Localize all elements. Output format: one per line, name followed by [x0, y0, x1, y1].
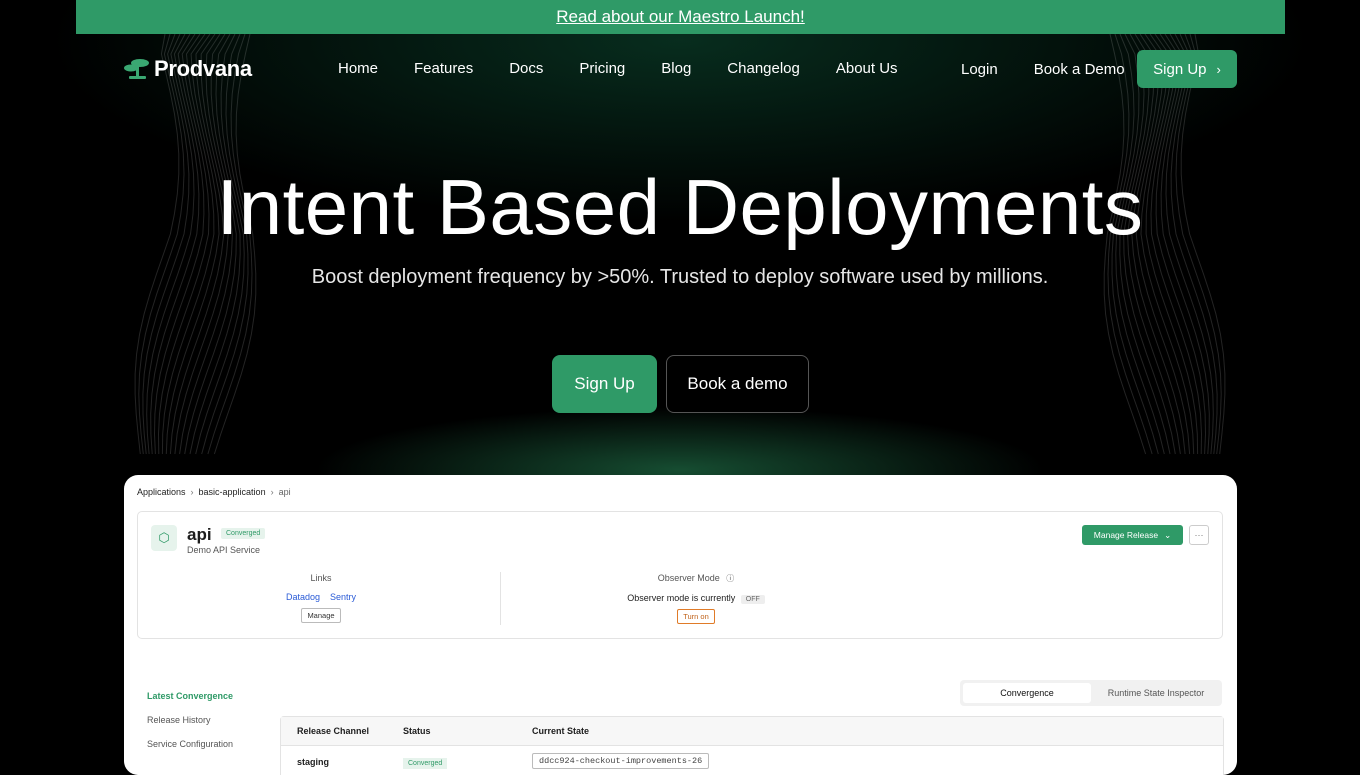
manage-release-label: Manage Release [1093, 530, 1159, 540]
nav-link-docs[interactable]: Docs [509, 60, 543, 77]
service-card: ⬡ api Converged Demo API Service Manage … [137, 511, 1223, 639]
service-gear-icon: ⬡ [151, 525, 177, 551]
brand-name: Prodvana [154, 56, 252, 81]
side-nav-service-configuration[interactable]: Service Configuration [147, 739, 233, 763]
view-tabs: Convergence Runtime State Inspector [960, 680, 1222, 706]
observer-text: Observer mode is currently [627, 593, 736, 603]
nav-link-blog[interactable]: Blog [661, 60, 691, 77]
breadcrumb-application[interactable]: basic-application [199, 487, 266, 497]
status-badge: Converged [221, 528, 266, 539]
side-nav-release-history[interactable]: Release History [147, 715, 233, 739]
service-name: api [187, 525, 212, 544]
breadcrumb-applications[interactable]: Applications [137, 487, 186, 497]
nav-link-home[interactable]: Home [338, 60, 378, 77]
nav-link-changelog[interactable]: Changelog [727, 60, 800, 77]
announcement-banner: Read about our Maestro Launch! [76, 0, 1285, 34]
nav-link-features[interactable]: Features [414, 60, 473, 77]
breadcrumb: Applications › basic-application › api [137, 487, 291, 497]
manage-release-button[interactable]: Manage Release ⌄ [1082, 525, 1183, 545]
manage-links-button[interactable]: Manage [301, 608, 341, 623]
nav-links: Home Features Docs Pricing Blog Changelo… [338, 60, 934, 77]
more-options-button[interactable]: ··· [1189, 525, 1209, 545]
hero-book-demo-button[interactable]: Book a demo [666, 355, 809, 413]
service-description: Demo API Service [187, 545, 261, 555]
logo[interactable]: Prodvana [124, 56, 252, 82]
signup-nav-button[interactable]: Sign Up › [1137, 50, 1237, 88]
observer-state-badge: OFF [740, 595, 765, 604]
turn-on-button[interactable]: Turn on [677, 609, 715, 624]
banner-link[interactable]: Read about our Maestro Launch! [556, 7, 805, 27]
links-title: Links [310, 573, 332, 583]
login-link[interactable]: Login [961, 61, 998, 78]
header-status: Status [403, 726, 431, 736]
breadcrumb-current: api [278, 487, 291, 497]
cell-current-state[interactable]: ddcc924-checkout-improvements-26 [532, 753, 710, 769]
section-divider [500, 572, 501, 625]
observer-title: Observer Mode [657, 573, 720, 583]
sentry-link[interactable]: Sentry [330, 592, 356, 602]
tab-convergence[interactable]: Convergence [963, 683, 1091, 703]
release-channel-table: Release Channel Status Current State sta… [280, 716, 1224, 775]
chevron-right-icon: › [270, 487, 274, 497]
top-nav: Prodvana Home Features Docs Pricing Blog… [0, 50, 1360, 88]
tab-runtime-state-inspector[interactable]: Runtime State Inspector [1093, 683, 1219, 703]
info-icon[interactable]: ⓘ [726, 574, 734, 583]
cell-channel: staging [297, 757, 330, 767]
bonsai-logo-icon [124, 59, 149, 79]
book-demo-link[interactable]: Book a Demo [1034, 61, 1125, 78]
chevron-right-icon: › [1216, 61, 1221, 77]
hero-signup-button[interactable]: Sign Up [552, 355, 657, 413]
header-release-channel: Release Channel [297, 726, 370, 736]
nav-link-about-us[interactable]: About Us [836, 60, 898, 77]
signup-nav-label: Sign Up [1153, 60, 1207, 78]
datadog-link[interactable]: Datadog [286, 592, 320, 602]
hero-title: Intent Based Deployments [216, 163, 1144, 251]
observer-section: Observer Mode ⓘ Observer mode is current… [588, 573, 804, 624]
header-current-state: Current State [532, 726, 590, 736]
table-header: Release Channel Status Current State [281, 717, 1223, 746]
chevron-down-icon: ⌄ [1164, 529, 1172, 540]
table-row[interactable]: staging Converged ddcc924-checkout-impro… [281, 746, 1223, 775]
nav-auth: Login Book a Demo [961, 50, 1125, 88]
nav-link-pricing[interactable]: Pricing [579, 60, 625, 77]
hero-subtitle: Boost deployment frequency by >50%. Trus… [311, 266, 1049, 288]
service-side-nav: Latest Convergence Release History Servi… [147, 691, 233, 763]
product-screenshot-panel: Applications › basic-application › api ⬡… [124, 475, 1237, 775]
links-section: Links Datadog Sentry Manage [238, 573, 404, 623]
chevron-right-icon: › [190, 487, 194, 497]
side-nav-latest-convergence[interactable]: Latest Convergence [147, 691, 233, 715]
